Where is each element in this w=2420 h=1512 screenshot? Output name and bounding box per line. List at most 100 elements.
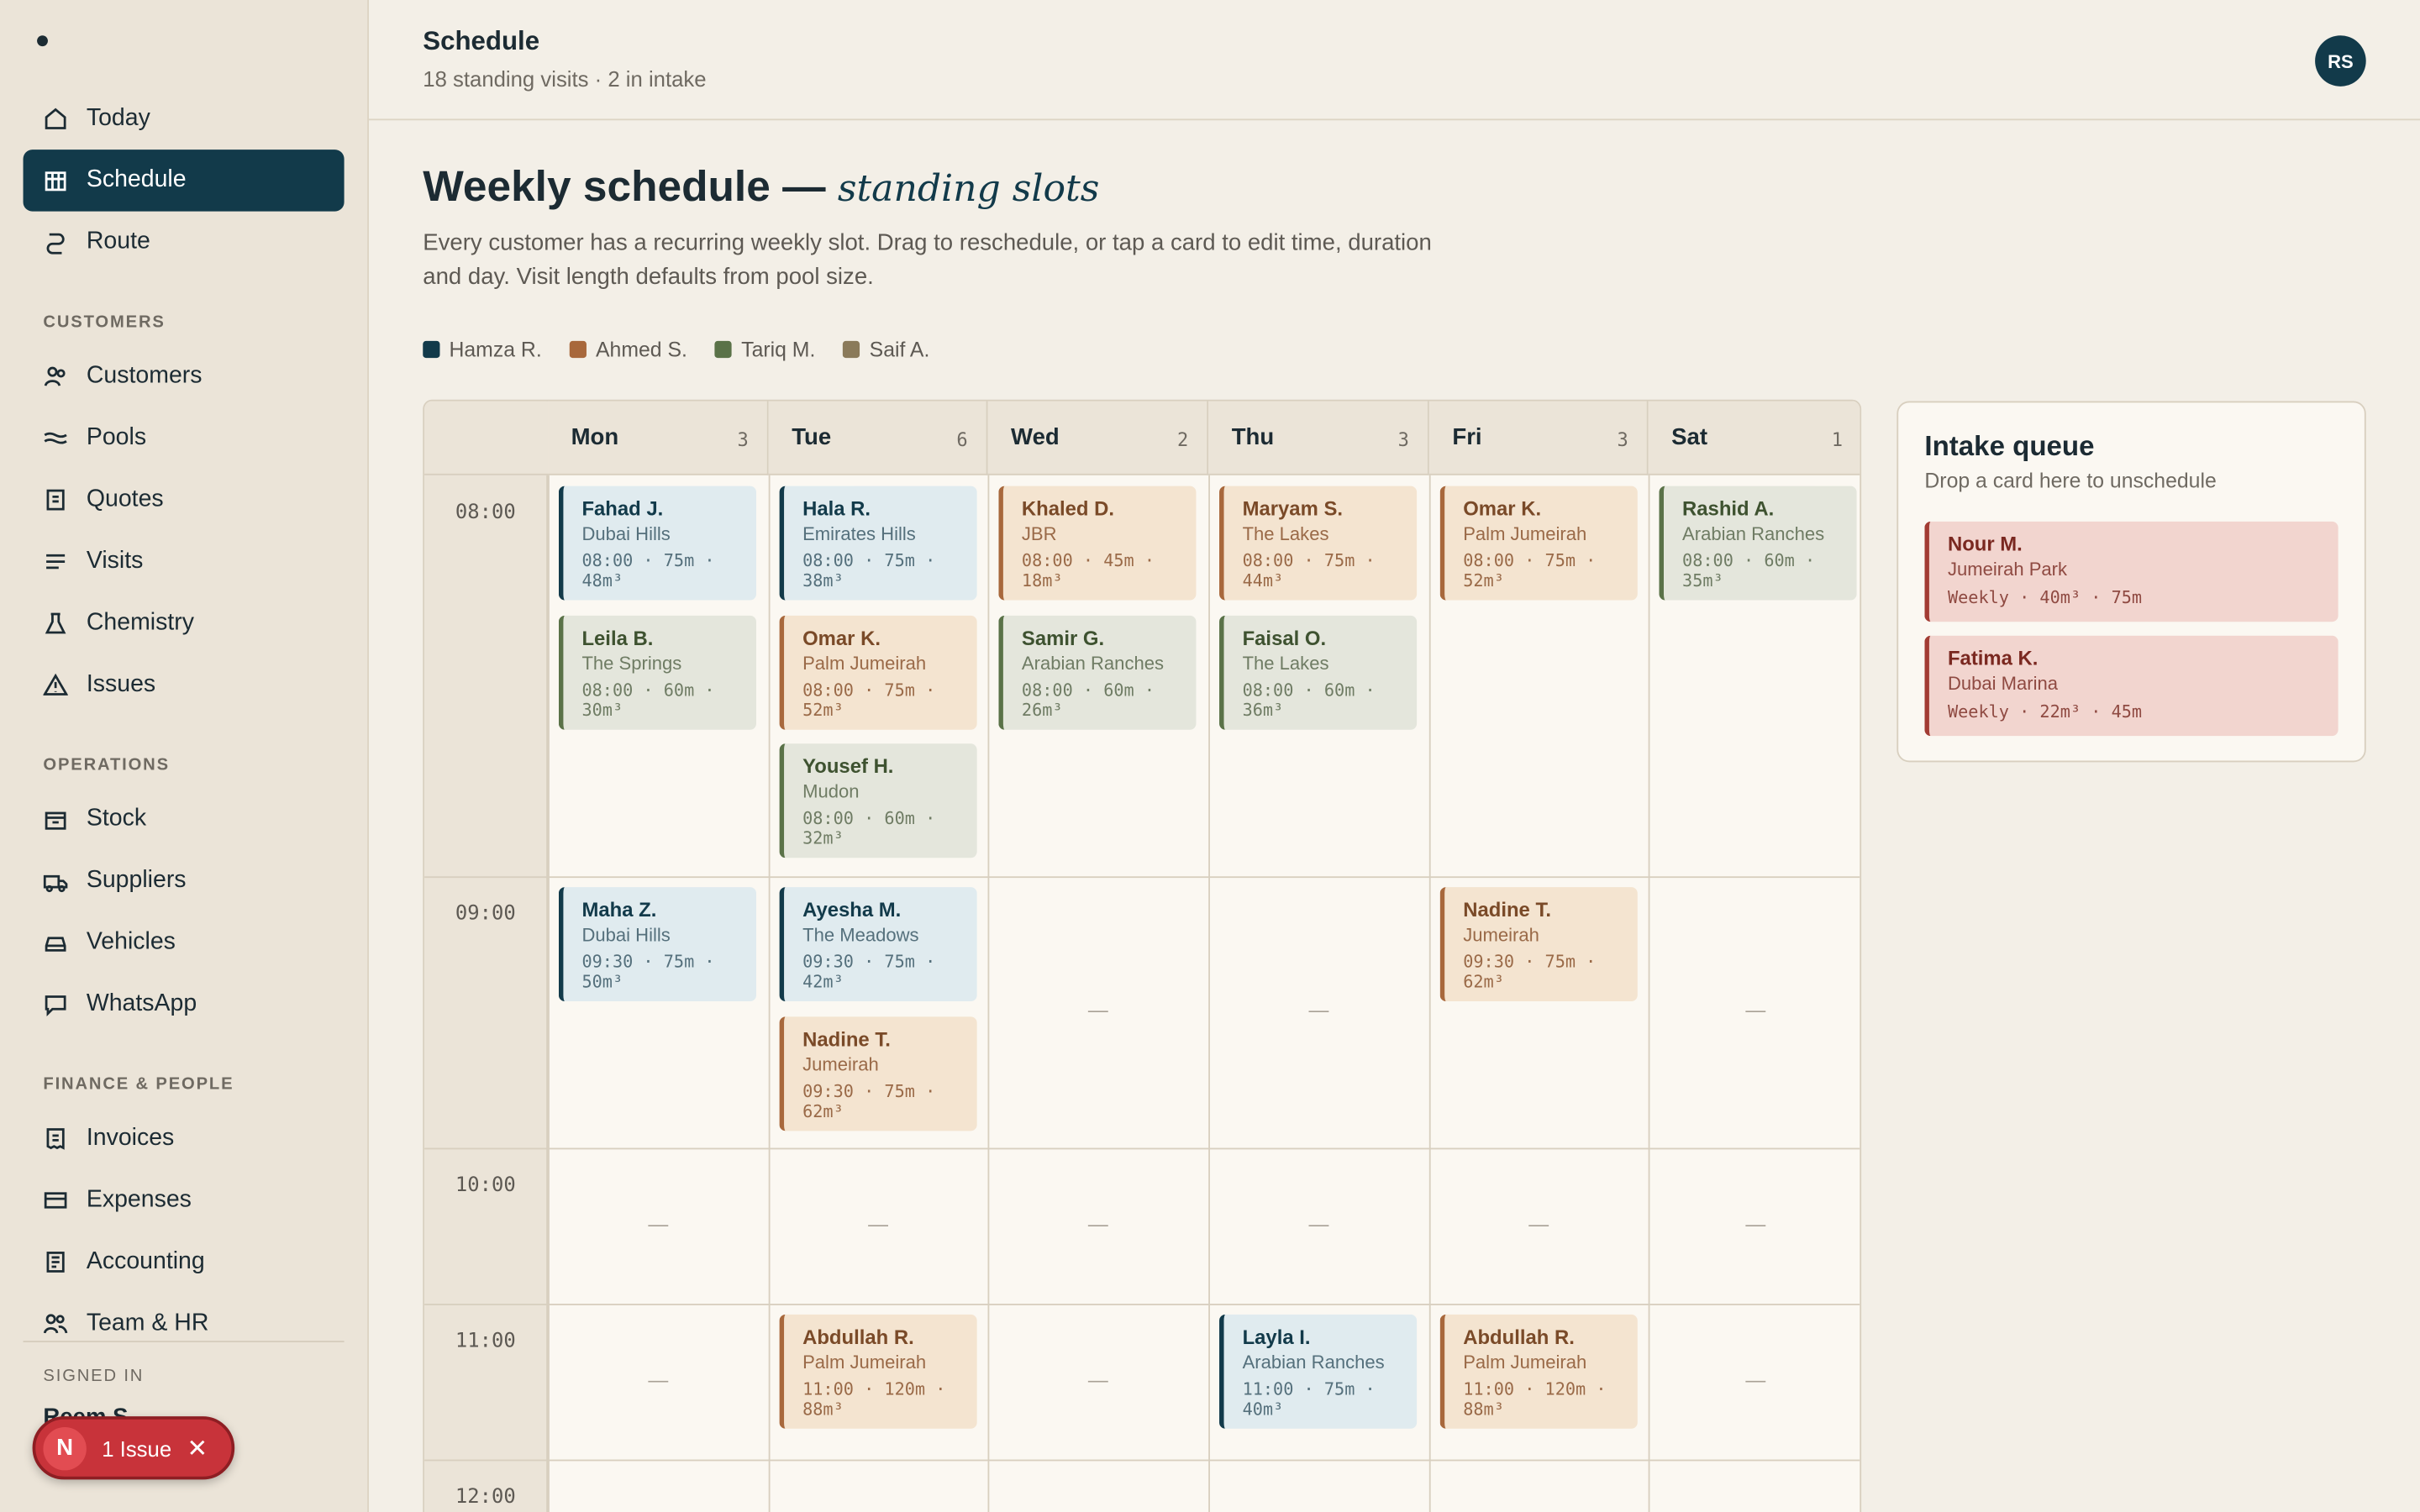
legend-label: Tariq M.	[741, 338, 816, 361]
sidebar-item-stock[interactable]: Stock	[24, 789, 345, 850]
sidebar-item-accounting[interactable]: Accounting	[24, 1231, 345, 1293]
sidebar-item-label: Today	[86, 104, 150, 132]
visit-card[interactable]: Layla I. Arabian Ranches 11:00 · 75m · 40m…	[1219, 1314, 1418, 1429]
intake-queue[interactable]: Intake queue Drop a card here to unsched…	[1897, 401, 2366, 763]
sidebar-item-expenses[interactable]: Expenses	[24, 1169, 345, 1231]
legend-label: Hamza R.	[449, 338, 542, 361]
legend-label: Saif A.	[869, 338, 930, 361]
visit-card[interactable]: Rashid A. Arabian Ranches 08:00 · 60m · 35…	[1659, 486, 1857, 601]
legend-swatch	[423, 340, 440, 359]
sidebar-item-label: Pools	[86, 424, 147, 451]
visit-location: Dubai Hills	[581, 522, 671, 545]
empty-slot[interactable]: —	[1082, 1212, 1113, 1236]
visit-card[interactable]: Yousef H. Mudon 08:00 · 60m · 32m³	[779, 743, 977, 858]
sidebar-item-pools[interactable]: Pools	[24, 407, 345, 469]
sidebar-item-quotes[interactable]: Quotes	[24, 469, 345, 530]
visit-location: The Lakes	[1242, 652, 1329, 674]
sidebar-item-chemistry[interactable]: Chemistry	[24, 592, 345, 654]
visit-location: Jumeirah	[802, 1053, 879, 1075]
visit-location: Palm Jumeirah	[1463, 1351, 1587, 1373]
sidebar-item-label: Schedule	[86, 166, 187, 193]
legend-swatch	[843, 340, 860, 359]
topbar: Schedule 18 standing visits · 2 in intak…	[368, 0, 2420, 121]
visit-details: 09:30 · 75m · 62m³	[802, 1080, 936, 1121]
issue-indicator[interactable]: N 1 Issue ✕	[32, 1416, 235, 1480]
nav-top: Today Schedule Route	[23, 88, 345, 273]
day-name: Mon	[571, 424, 619, 451]
sidebar-item-today[interactable]: Today	[24, 88, 345, 150]
visit-card[interactable]: Nadine T. Jumeirah 09:30 · 75m · 62m³	[1439, 887, 1638, 1002]
legend-item: Saif A.	[843, 338, 929, 361]
visit-card[interactable]: Faisal O. The Lakes 08:00 · 60m · 36m³	[1219, 614, 1418, 729]
visit-card[interactable]: Maha Z. Dubai Hills 09:30 · 75m · 50m³	[558, 887, 756, 1002]
visit-customer: Nadine T.	[1463, 897, 1552, 921]
avatar[interactable]: RS	[2315, 35, 2366, 87]
empty-slot[interactable]: —	[1082, 1368, 1113, 1391]
sidebar-item-team-and-hr[interactable]: Team & HR	[24, 1293, 345, 1341]
sidebar-item-whatsapp[interactable]: WhatsApp	[24, 974, 345, 1035]
visit-details: 08:00 · 75m · 52m³	[1463, 550, 1597, 591]
legend-item: Hamza R.	[423, 338, 542, 361]
empty-slot[interactable]: —	[1740, 1212, 1771, 1236]
legend-item: Tariq M.	[714, 338, 816, 361]
visit-card[interactable]: Khaled D. JBR 08:00 · 45m · 18m³	[998, 486, 1197, 601]
close-icon[interactable]: ✕	[187, 1432, 208, 1463]
visit-card[interactable]: Samir G. Arabian Ranches 08:00 · 60m · 26m…	[998, 614, 1197, 729]
empty-slot[interactable]: —	[1740, 1368, 1771, 1391]
visit-details: 11:00 · 120m · 88m³	[802, 1379, 946, 1420]
visit-card[interactable]: Ayesha M. The Meadows 09:30 · 75m · 42m³	[779, 887, 977, 1002]
sidebar-item-route[interactable]: Route	[24, 212, 345, 273]
visit-card[interactable]: Leila B. The Springs 08:00 · 60m · 30m³	[558, 614, 756, 729]
empty-slot[interactable]: —	[1740, 998, 1771, 1021]
day-visit-count: 3	[737, 428, 749, 451]
empty-slot[interactable]: —	[643, 1368, 674, 1391]
empty-slot[interactable]: —	[1303, 1212, 1334, 1236]
visit-card[interactable]: Abdullah R. Palm Jumeirah 11:00 · 120m · 8…	[779, 1314, 977, 1429]
visit-details: 09:30 · 75m · 62m³	[1463, 952, 1597, 993]
sidebar-item-label: WhatsApp	[86, 990, 197, 1017]
visit-card[interactable]: Nadine T. Jumeirah 09:30 · 75m · 62m³	[779, 1016, 977, 1131]
sidebar-item-schedule[interactable]: Schedule	[23, 150, 345, 212]
schedule-description: Every customer has a recurring weekly sl…	[423, 229, 1432, 291]
people-icon	[43, 364, 67, 388]
intake-card[interactable]: Fatima K. Dubai Marina Weekly · 22m³ · 45m	[1924, 635, 2338, 737]
sidebar-item-label: Expenses	[86, 1186, 192, 1213]
nav-section-finance-and-people: Invoices Expenses Accounting Team & HR	[24, 1108, 345, 1341]
visit-location: The Lakes	[1242, 522, 1329, 545]
visit-card[interactable]: Fahad J. Dubai Hills 08:00 · 75m · 48m³	[558, 486, 756, 601]
empty-slot[interactable]: —	[1523, 1212, 1555, 1236]
sidebar-item-customers[interactable]: Customers	[24, 345, 345, 407]
legend-swatch	[714, 340, 733, 359]
legend-swatch	[569, 340, 587, 359]
ledger-icon	[43, 1250, 67, 1274]
empty-slot[interactable]: —	[1082, 998, 1113, 1021]
sidebar-item-invoices[interactable]: Invoices	[24, 1108, 345, 1169]
sidebar-item-vehicles[interactable]: Vehicles	[24, 912, 345, 974]
sidebar-item-issues[interactable]: Issues	[24, 654, 345, 716]
intake-subtitle: Drop a card here to unschedule	[1924, 469, 2217, 492]
empty-slot[interactable]: —	[863, 1212, 894, 1236]
visit-card[interactable]: Hala R. Emirates Hills 08:00 · 75m · 38m³	[779, 486, 977, 601]
visit-card[interactable]: Abdullah R. Palm Jumeirah 11:00 · 120m · 8…	[1439, 1314, 1638, 1429]
day-header-tue: Tue 6	[768, 401, 988, 475]
visit-card[interactable]: Maryam S. The Lakes 08:00 · 75m · 44m³	[1219, 486, 1418, 601]
visit-details: 08:00 · 60m · 26m³	[1021, 680, 1155, 720]
sidebar-item-visits[interactable]: Visits	[24, 531, 345, 592]
time-label: 11:00	[455, 1330, 516, 1353]
intake-card[interactable]: Nour M. Jumeirah Park Weekly · 40m³ · 75m	[1924, 521, 2338, 622]
visit-card[interactable]: Omar K. Palm Jumeirah 08:00 · 75m · 52m³	[779, 614, 977, 729]
time-label: 08:00	[455, 501, 516, 525]
sidebar-item-label: Suppliers	[86, 867, 187, 894]
visit-customer: Hala R.	[802, 496, 871, 520]
sidebar-item-suppliers[interactable]: Suppliers	[24, 850, 345, 911]
visit-card[interactable]: Omar K. Palm Jumeirah 08:00 · 75m · 52m³	[1439, 486, 1638, 601]
intake-details: Weekly · 22m³ · 45m	[1947, 701, 2143, 722]
section-label-customers: CUSTOMERS	[43, 312, 166, 332]
intake-details: Weekly · 40m³ · 75m	[1947, 587, 2143, 608]
visit-details: 08:00 · 60m · 30m³	[581, 680, 715, 720]
empty-slot[interactable]: —	[643, 1212, 674, 1236]
visit-customer: Omar K.	[1463, 496, 1542, 520]
visit-customer: Rashid A.	[1682, 496, 1775, 520]
empty-slot[interactable]: —	[1303, 998, 1334, 1021]
nav-section-customers: Customers Pools Quotes Visits Chemistry Issue…	[24, 345, 345, 716]
